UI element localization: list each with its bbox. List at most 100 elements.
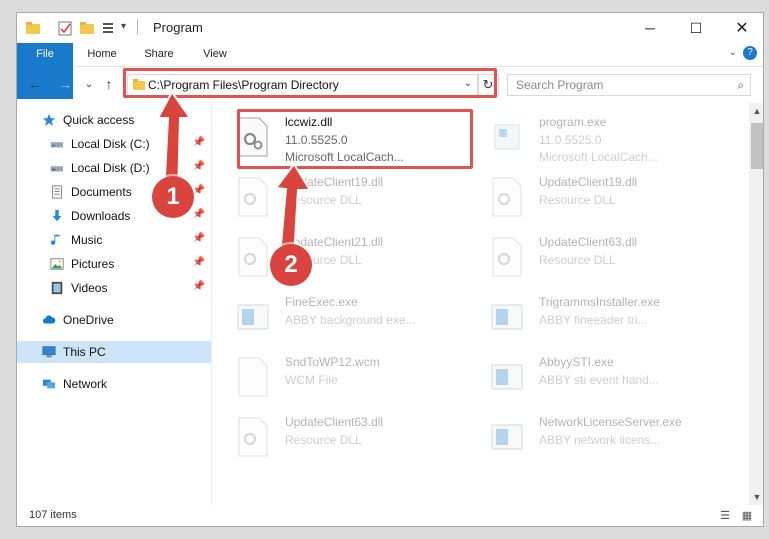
- dll-file-icon: [238, 177, 268, 217]
- sidebar-item-label: Local Disk (D:): [71, 161, 150, 175]
- sidebar-item-pictures[interactable]: Pictures 📌: [17, 253, 211, 275]
- ribbon-tabs: File Home Share View ⌄ ?: [17, 43, 763, 99]
- sidebar-item-this-pc[interactable]: This PC: [17, 341, 211, 363]
- exe-file-icon: [237, 304, 269, 330]
- sidebar-item-onedrive[interactable]: OneDrive: [17, 309, 211, 331]
- file-item-abbyysti-exe[interactable]: AbbyySTI.exe ABBY sti event hand...: [467, 349, 707, 405]
- ribbon-expand-icon[interactable]: ⌄: [729, 47, 737, 58]
- file-description: ABBY sti event hand...: [539, 373, 659, 387]
- network-icon: [42, 379, 56, 389]
- file-version: 11.0.5525.0: [539, 133, 602, 147]
- minimize-button[interactable]: ─: [627, 13, 673, 43]
- sidebar-item-label: This PC: [63, 345, 106, 359]
- help-icon[interactable]: ?: [743, 46, 757, 60]
- customize-toolbar-icon[interactable]: [101, 20, 117, 36]
- file-name: UpdateClient19.dll: [539, 175, 638, 189]
- search-box[interactable]: Search Program ⌕: [507, 74, 751, 96]
- pin-icon[interactable]: 📌: [193, 209, 205, 220]
- sidebar-item-label: Local Disk (C:): [71, 137, 150, 151]
- pin-icon[interactable]: 📌: [193, 233, 205, 244]
- sidebar-item-network[interactable]: Network: [17, 373, 211, 395]
- tiles-view-icon[interactable]: ▦: [739, 509, 755, 523]
- pin-icon[interactable]: 📌: [193, 281, 205, 292]
- scroll-thumb[interactable]: [751, 123, 763, 169]
- dll-file-icon: [238, 237, 268, 277]
- file-item-sndtowp12-wcm[interactable]: SndToWP12.wcm WCM File: [213, 349, 453, 405]
- sidebar-item-videos[interactable]: Videos 📌: [17, 277, 211, 299]
- details-view-icon[interactable]: ☰: [717, 509, 733, 523]
- sidebar-item-label: Quick access: [63, 113, 135, 127]
- title-divider: [137, 19, 138, 35]
- tab-share[interactable]: Share: [139, 43, 179, 66]
- scroll-up-icon[interactable]: ▲: [749, 103, 763, 119]
- computer-icon: [42, 346, 56, 358]
- sidebar-item-label: OneDrive: [63, 313, 114, 327]
- vertical-scrollbar[interactable]: ▲ ▼: [749, 103, 763, 505]
- maximize-button[interactable]: ☐: [673, 13, 719, 43]
- file-description: WCM File: [285, 373, 338, 387]
- file-item-updateclient63-dll[interactable]: UpdateClient63.dll Resource DLL: [213, 409, 453, 465]
- file-name: SndToWP12.wcm: [285, 355, 380, 369]
- generic-file-icon: [238, 357, 268, 397]
- up-button[interactable]: ↑: [99, 75, 119, 93]
- file-description: ABBY background exe...: [285, 313, 416, 327]
- file-name: FineExec.exe: [285, 295, 358, 309]
- videos-icon: [51, 281, 63, 295]
- file-item-updateclient21-dll[interactable]: UpdateClient21.dll Resource DLL: [213, 229, 453, 285]
- documents-icon: [52, 185, 62, 199]
- dll-file-icon: [238, 417, 268, 457]
- sidebar-item-music[interactable]: Music 📌: [17, 229, 211, 251]
- item-count: 107 items: [29, 509, 77, 521]
- sidebar-item-label: Downloads: [71, 209, 131, 223]
- close-button[interactable]: ✕: [719, 13, 763, 43]
- sidebar-item-label: Pictures: [71, 257, 115, 271]
- star-icon: [42, 113, 56, 127]
- music-icon: [50, 234, 60, 245]
- file-item-fineexec-exe[interactable]: FineExec.exe ABBY background exe...: [213, 289, 453, 345]
- file-name: UpdateClient63.dll: [285, 415, 384, 429]
- step-badge-1: 1: [152, 176, 194, 218]
- dll-file-icon: [492, 237, 522, 277]
- file-description: Resource DLL: [285, 433, 362, 447]
- file-description: Resource DLL: [539, 193, 616, 207]
- back-button[interactable]: ←: [25, 75, 45, 93]
- file-item-updateclient19-dll[interactable]: UpdateClient19.dll Resource DLL: [213, 169, 453, 225]
- exe-file-icon: [494, 124, 520, 150]
- sidebar-item-label: Documents: [71, 185, 132, 199]
- pin-icon[interactable]: 📌: [193, 257, 205, 268]
- properties-icon[interactable]: [57, 20, 73, 36]
- window-title: Program: [153, 20, 203, 35]
- pictures-icon: [50, 258, 64, 270]
- recent-locations-icon[interactable]: ⌄: [79, 75, 99, 93]
- file-name: NetworkLicenseServer.exe: [539, 415, 682, 429]
- tab-home[interactable]: Home: [81, 43, 123, 66]
- title-bar: ▾ Program ─ ☐ ✕: [17, 13, 763, 43]
- file-item-networklicenseserver-exe[interactable]: NetworkLicenseServer.exe ABBY network li…: [467, 409, 707, 465]
- download-icon: [52, 209, 62, 222]
- step-badge-2: 2: [270, 244, 312, 286]
- file-item-updateclient63-dll[interactable]: UpdateClient63.dll Resource DLL: [467, 229, 707, 285]
- file-description: Resource DLL: [539, 253, 616, 267]
- search-input[interactable]: Search Program: [516, 78, 603, 92]
- sidebar-item-label: Network: [63, 377, 108, 391]
- file-description: ABBY network licens...: [539, 433, 661, 447]
- file-name: TrigrammsInstaller.exe: [539, 295, 660, 309]
- drive-icon: [50, 166, 64, 172]
- quick-access-dropdown-icon[interactable]: ▾: [121, 21, 126, 37]
- file-item-updateclient19-dll[interactable]: UpdateClient19.dll Resource DLL: [467, 169, 707, 225]
- exe-file-icon: [491, 364, 523, 390]
- file-item-program-exe[interactable]: program.exe 11.0.5525.0 Microsoft LocalC…: [467, 109, 707, 165]
- folder-icon[interactable]: [25, 20, 41, 36]
- search-icon: ⌕: [737, 78, 744, 92]
- sidebar-item-label: Music: [71, 233, 103, 247]
- exe-file-icon: [491, 424, 523, 450]
- file-item-trigrammsinstaller-exe[interactable]: TrigrammsInstaller.exe ABBY fineeader tr…: [467, 289, 707, 345]
- exe-file-icon: [491, 304, 523, 330]
- scroll-down-icon[interactable]: ▼: [749, 489, 763, 505]
- tab-view[interactable]: View: [197, 43, 233, 66]
- file-description: Microsoft LocalCach...: [539, 150, 658, 164]
- new-folder-icon[interactable]: [79, 20, 95, 36]
- forward-button[interactable]: →: [55, 75, 75, 93]
- file-name: AbbyySTI.exe: [539, 355, 614, 369]
- explorer-window: ▾ Program ─ ☐ ✕ File Home Share View ⌄ ?…: [16, 12, 764, 527]
